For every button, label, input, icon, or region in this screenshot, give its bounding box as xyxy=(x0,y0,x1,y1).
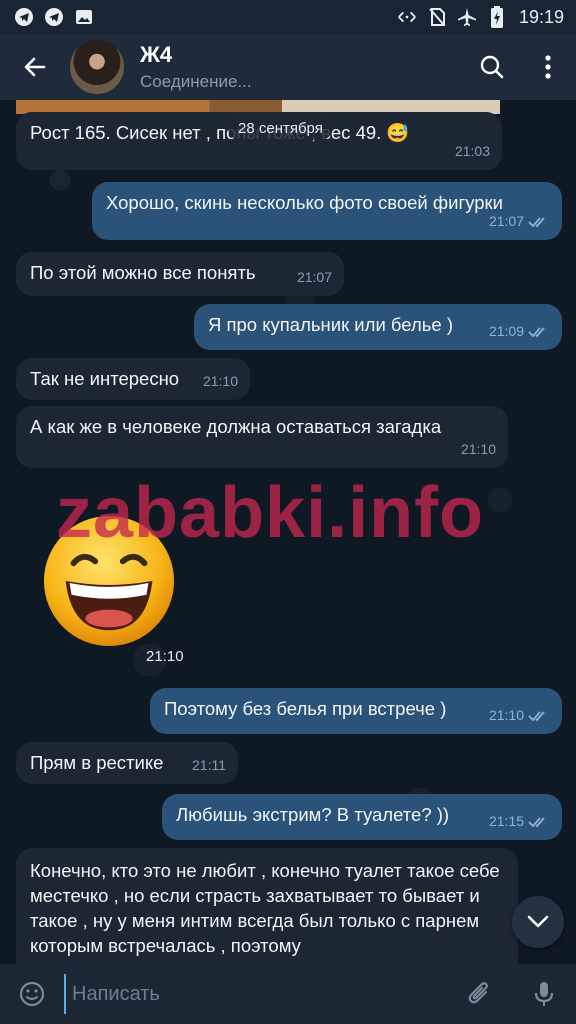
search-icon xyxy=(480,55,504,79)
connection-status: Соединение... xyxy=(140,72,252,91)
attach-button[interactable] xyxy=(448,964,512,1024)
message-time: 21:11 xyxy=(192,757,226,773)
message-outgoing[interactable]: Хорошо, скинь несколько фото своей фигур… xyxy=(92,182,562,240)
status-bar: 19:19 xyxy=(0,0,576,34)
message-text: Так не интересно xyxy=(30,368,180,389)
message-meta: 21:11 xyxy=(192,753,226,778)
airplane-icon xyxy=(457,7,477,27)
sticker-time: 21:10 xyxy=(146,648,184,665)
double-check-icon xyxy=(528,216,545,227)
double-check-icon xyxy=(528,710,545,721)
message-time: 21:07 xyxy=(296,269,332,285)
chevron-down-icon xyxy=(527,915,549,928)
message-meta: 21:03 xyxy=(455,139,490,164)
message-meta: 21:09 xyxy=(489,319,550,344)
message-text: Я про купальник или белье ) xyxy=(208,314,453,335)
no-sim-icon xyxy=(427,7,447,27)
message-time: 21:10 xyxy=(488,707,524,723)
message-outgoing[interactable]: Любишь экстрим? В туалете? )) 21:15 xyxy=(162,794,562,840)
paperclip-icon xyxy=(468,982,488,1004)
emoji-button[interactable] xyxy=(0,964,64,1024)
message-time: 21:15 xyxy=(488,813,524,829)
message-text: По этой можно все понять xyxy=(30,262,256,283)
message-outgoing[interactable]: Я про купальник или белье ) 21:09 xyxy=(194,304,562,350)
message-meta: 21:10 xyxy=(203,369,238,394)
message-text: Поэтому без белья при встрече ) xyxy=(164,698,447,719)
message-incoming[interactable]: Так не интересно 21:10 xyxy=(16,358,250,400)
double-check-icon xyxy=(528,816,545,827)
more-vertical-icon xyxy=(545,55,551,79)
status-bar-left xyxy=(14,7,94,27)
message-meta: 21:10 xyxy=(489,703,550,728)
back-button[interactable] xyxy=(0,34,70,100)
message-outgoing[interactable]: Поэтому без белья при встрече ) 21:10 xyxy=(150,688,562,734)
double-check-icon xyxy=(528,326,545,337)
microphone-icon xyxy=(534,982,554,1006)
more-menu-button[interactable] xyxy=(520,34,576,100)
message-text: Прям в рестике xyxy=(30,752,164,773)
search-button[interactable] xyxy=(464,34,520,100)
arrow-left-icon xyxy=(24,57,46,77)
chat-header: Ж4 Соединение... xyxy=(0,34,576,100)
message-text: Хорошо, скинь несколько фото своей фигур… xyxy=(106,192,503,213)
message-meta: 21:07 xyxy=(489,209,550,234)
telegram-icon xyxy=(14,7,34,27)
message-incoming[interactable]: А как же в человеке должна оставаться за… xyxy=(16,406,508,468)
scroll-down-button[interactable] xyxy=(512,896,564,948)
message-text: Любишь экстрим? В туалете? )) xyxy=(176,804,450,825)
message-text: А как же в человеке должна оставаться за… xyxy=(30,416,442,437)
smile-icon xyxy=(19,981,45,1007)
message-text: Рост 165. Сисек нет , попы тоже , вес 49… xyxy=(30,122,410,143)
message-meta: 21:15 xyxy=(489,809,550,834)
data-saver-icon xyxy=(397,7,417,27)
avatar[interactable] xyxy=(70,40,124,94)
telegram-icon xyxy=(44,7,64,27)
message-time: 21:07 xyxy=(488,213,524,229)
status-bar-right: 19:19 xyxy=(397,6,564,28)
message-text: Конечно, кто это не любит , конечно туал… xyxy=(30,860,500,956)
message-input[interactable] xyxy=(64,974,448,1014)
message-time: 21:10 xyxy=(460,441,496,457)
message-time: 21:09 xyxy=(488,323,524,339)
message-list[interactable]: Рост 165. Сисек нет , попы тоже , вес 49… xyxy=(0,100,576,964)
message-meta: 21:07 xyxy=(297,265,332,290)
chat-title: Ж4 xyxy=(140,42,173,67)
message-incoming[interactable]: Конечно, кто это не любит , конечно туал… xyxy=(16,848,518,964)
watermark: zababki.info xyxy=(56,473,485,553)
message-incoming[interactable]: Прям в рестике 21:11 xyxy=(16,742,238,784)
voice-button[interactable] xyxy=(512,964,576,1024)
message-time: 21:10 xyxy=(202,373,238,389)
message-composer xyxy=(0,964,576,1024)
chat-title-block[interactable]: Ж4 Соединение... xyxy=(140,42,464,92)
status-time: 19:19 xyxy=(518,6,564,27)
message-incoming[interactable]: По этой можно все понять 21:07 xyxy=(16,252,344,296)
date-separator: 28 сентября xyxy=(228,116,333,140)
message-meta: 21:10 xyxy=(461,437,496,462)
image-icon xyxy=(74,7,94,27)
battery-charging-icon xyxy=(487,6,507,28)
message-time: 21:03 xyxy=(454,143,490,159)
